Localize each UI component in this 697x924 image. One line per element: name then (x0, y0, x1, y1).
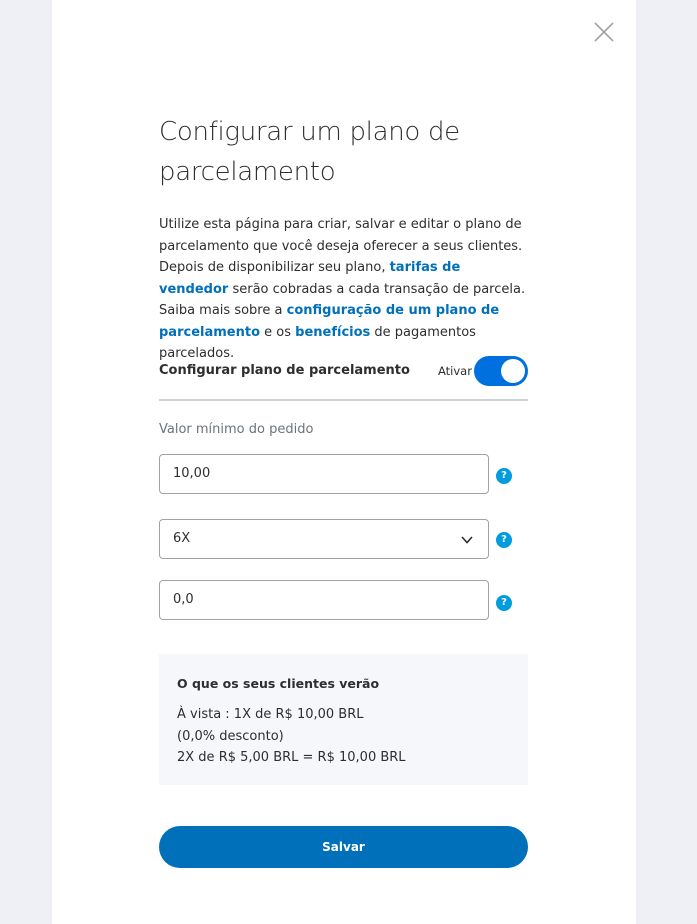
customer-preview: O que os seus clientes verão À vista : 1… (159, 654, 528, 785)
help-icon[interactable]: ? (496, 532, 512, 548)
save-button[interactable]: Salvar (159, 826, 528, 868)
min-order-field (159, 454, 489, 494)
preview-title: O que os seus clientes verão (177, 676, 380, 691)
toggle-label: Configurar plano de parcelamento (159, 363, 410, 378)
min-order-label: Valor mínimo do pedido (159, 422, 314, 437)
activate-toggle[interactable] (474, 356, 528, 386)
preview-line: À vista : 1X de R$ 10,00 BRL (177, 707, 364, 722)
help-icon[interactable]: ? (496, 595, 512, 611)
preview-line: (0,0% desconto) (177, 728, 284, 744)
divider (159, 399, 528, 401)
plan-toggle-row: Configurar plano de parcelamento Ativar (159, 356, 528, 386)
chevron-down-icon (461, 536, 473, 544)
discount-field (159, 580, 489, 620)
benefits-link[interactable]: benefícios (295, 325, 370, 340)
toggle-knob (501, 359, 525, 383)
help-icon[interactable]: ? (496, 468, 512, 484)
installments-value: 6X (173, 531, 191, 546)
close-icon[interactable] (592, 20, 616, 44)
installments-select[interactable]: 6X (159, 519, 489, 559)
preview-line: 2X de R$ 5,00 BRL = R$ 10,00 BRL (177, 750, 406, 765)
description-text: Utilize esta página para criar, salvar e… (159, 217, 523, 275)
description-text: e os (260, 324, 296, 340)
description: Utilize esta página para criar, salvar e… (159, 214, 531, 365)
toggle-state-label: Ativar (438, 364, 472, 378)
discount-input[interactable] (173, 581, 463, 619)
page-title: Configurar um plano de parcelamento (159, 117, 460, 187)
min-order-input[interactable] (173, 455, 463, 493)
